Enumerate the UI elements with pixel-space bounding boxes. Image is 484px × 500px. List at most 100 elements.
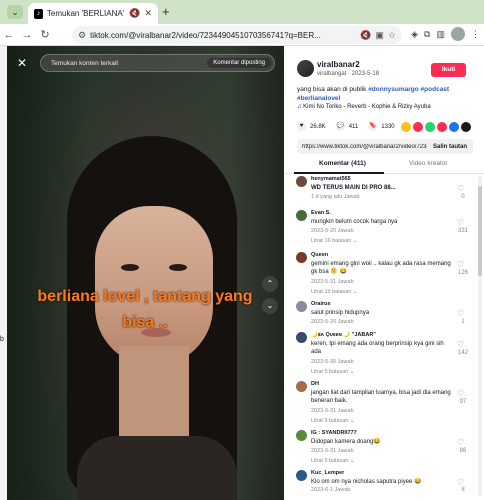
menu-dots-icon[interactable]: ⋮ — [471, 29, 480, 40]
comment-meta[interactable]: 2023-5-30 Jawab — [311, 359, 354, 365]
sidebar-icon[interactable]: ▥ — [436, 29, 445, 40]
view-replies-button[interactable]: Lihat 3 balasan ⌄ — [311, 418, 354, 424]
heart-outline-icon[interactable]: ♡ — [457, 340, 464, 349]
heart-outline-icon[interactable]: ♡ — [457, 389, 464, 398]
address-bar[interactable]: ⚙ tiktok.com/@viralbanar2/video/72344904… — [72, 26, 402, 44]
commenter-avatar[interactable] — [296, 301, 307, 312]
follow-button[interactable]: Ikuti — [431, 63, 466, 77]
bookmark-icon[interactable]: 🔖 — [368, 122, 378, 131]
copy-link-button[interactable]: Salin tautan — [427, 144, 473, 150]
commenter-avatar[interactable] — [296, 176, 307, 187]
view-replies-button[interactable]: Lihat 16 balasan ⌄ — [311, 238, 358, 244]
new-tab-button[interactable]: + — [162, 4, 170, 19]
view-replies-button[interactable]: Lihat 5 balasan ⌄ — [311, 458, 354, 464]
comment-like-count: 126 — [457, 270, 468, 276]
facebook-share-icon[interactable] — [449, 122, 459, 132]
heart-icon[interactable]: ♥ — [297, 122, 306, 131]
heart-outline-icon[interactable]: ♡ — [457, 309, 464, 318]
heart-outline-icon[interactable]: ♡ — [457, 438, 464, 447]
mute-site-icon[interactable]: 🔇 — [360, 30, 371, 41]
view-replies-button[interactable]: Lihat 5 balasan ⌄ — [311, 369, 354, 375]
comment-meta[interactable]: 2023-5-31 Jawab — [311, 279, 354, 285]
next-video-chevron-down-icon[interactable]: ⌄ — [262, 298, 278, 314]
related-search-bar[interactable]: Temukan konten terkait Komentar dipostin… — [40, 54, 275, 72]
tab-search-chevron-icon[interactable]: ⌄ — [7, 5, 23, 19]
comment-like-count: 0 — [461, 194, 465, 200]
forward-arrow-icon[interactable]: → — [18, 29, 36, 41]
copy-link-row: https://www.tiktok.com/@viralbanar2/vide… — [297, 139, 473, 154]
comment-text: jangan liat dari tampilan luarnya, bisa … — [311, 390, 451, 404]
whatsapp-share-icon[interactable] — [425, 122, 435, 132]
comment-like-count: 97 — [459, 399, 467, 405]
bookmark-star-icon[interactable]: ☆ — [388, 30, 396, 41]
background-window-edge: b — [0, 46, 7, 500]
comment-posted-button[interactable]: Komentar diposting — [207, 58, 271, 68]
description-text: yang bisa akan di publik — [297, 86, 369, 93]
music-credit[interactable]: ♫ Kimi No Toriko - Reverb - Kophie & Riz… — [297, 104, 431, 110]
video-caption: berliana lovel , tantang yang bisa .. — [37, 288, 253, 331]
comment-meta[interactable]: 2023-5-20 Jawab — [311, 319, 354, 325]
comment-icon[interactable]: 💬 — [335, 122, 345, 131]
comment-username[interactable]: henymamat565 — [311, 176, 351, 182]
comment-meta[interactable]: 1 d yang lalu Jawab — [311, 194, 360, 200]
site-info-icon[interactable]: ⚙ — [78, 30, 86, 41]
comment-like-count: 1 — [461, 319, 465, 325]
reload-icon[interactable]: ↻ — [36, 28, 54, 41]
video-subject-shirt — [77, 436, 237, 500]
heart-outline-icon[interactable]: ♡ — [457, 184, 464, 193]
mute-icon[interactable]: 🔇 — [129, 8, 140, 19]
tab-close-icon[interactable]: ✕ — [144, 8, 152, 19]
comment-like-count: 331 — [457, 228, 468, 234]
comment-username[interactable]: Evan S. — [311, 210, 331, 216]
comment-username[interactable]: DH — [311, 381, 319, 387]
commenter-avatar[interactable] — [296, 381, 307, 392]
commenter-avatar[interactable] — [296, 252, 307, 263]
comment-username[interactable]: Queen — [311, 252, 328, 258]
creator-subline: viralbangat · 2023-5-18 — [317, 71, 380, 77]
details-panel: viralbanar2 viralbangat · 2023-5-18 Ikut… — [284, 46, 484, 500]
creator-avatar[interactable] — [297, 60, 314, 77]
close-icon[interactable]: ✕ — [15, 56, 29, 70]
heart-outline-icon[interactable]: ♡ — [457, 218, 464, 227]
video-player[interactable]: ✕ Temukan konten terkait Komentar dipost… — [7, 46, 284, 500]
comment-text: salut prinsip hidupnya — [311, 310, 370, 316]
active-tab-underline — [294, 172, 384, 174]
heart-outline-icon[interactable]: ♡ — [457, 260, 464, 269]
comment-text: mungkin belum cocok harga nya — [311, 219, 398, 225]
commenter-avatar[interactable] — [296, 430, 307, 441]
translate-icon[interactable]: ▣ — [375, 30, 384, 41]
comments-scrollbar[interactable] — [478, 176, 482, 496]
panel-tabs: Komentar (411) Video kreator — [284, 158, 484, 174]
comment-username[interactable]: Orairus — [311, 301, 331, 307]
creator-name[interactable]: viralbanar2 — [317, 60, 360, 69]
tab-creator-videos[interactable]: Video kreator — [409, 160, 448, 167]
browser-tab[interactable]: ♪ Temukan 'BERLIANA' di Tik 🔇 ✕ — [28, 3, 158, 24]
comment-username[interactable]: 🌙ꜱᴀ Ǫᴜᴇᴇɴ 🌙 "JABAR" — [311, 332, 376, 338]
comment-meta[interactable]: 2023-6-1 Jawab — [311, 487, 350, 493]
comment-username[interactable]: Kuc_Lemper — [311, 470, 344, 476]
previous-video-chevron-up-icon[interactable]: ⌃ — [262, 276, 278, 292]
link-share-icon[interactable] — [437, 122, 447, 132]
comment-meta[interactable]: 2023-5-31 Jawab — [311, 408, 354, 414]
extension-icon[interactable]: ◈ — [411, 29, 418, 40]
tiktok-favicon-icon: ♪ — [34, 8, 43, 19]
video-subject-eye — [169, 264, 187, 271]
embed-share-icon[interactable] — [401, 122, 411, 132]
heart-outline-icon[interactable]: ♡ — [457, 478, 464, 487]
view-replies-button[interactable]: Lihat 19 balasan ⌄ — [311, 289, 358, 295]
comment-meta[interactable]: 2023-5-20 Jawab — [311, 228, 354, 234]
back-arrow-icon[interactable]: ← — [0, 29, 18, 41]
extensions-puzzle-icon[interactable]: ⧉ — [424, 29, 430, 40]
comment-username[interactable]: IG : SYANDRII777 — [311, 430, 357, 436]
commenter-avatar[interactable] — [296, 210, 307, 221]
tab-title: Temukan 'BERLIANA' di Tik — [46, 9, 125, 18]
profile-avatar[interactable] — [451, 27, 465, 41]
scrollbar-thumb[interactable] — [478, 186, 482, 276]
commenter-avatar[interactable] — [296, 470, 307, 481]
comment-meta[interactable]: 2023-5-31 Jawab — [311, 448, 354, 454]
comment-text: keren, tpi emang ada orang berprinsip ky… — [311, 341, 444, 355]
more-share-icon[interactable] — [461, 122, 471, 132]
commenter-avatar[interactable] — [296, 332, 307, 343]
tab-comments[interactable]: Komentar (411) — [319, 160, 366, 167]
friends-share-icon[interactable] — [413, 122, 423, 132]
